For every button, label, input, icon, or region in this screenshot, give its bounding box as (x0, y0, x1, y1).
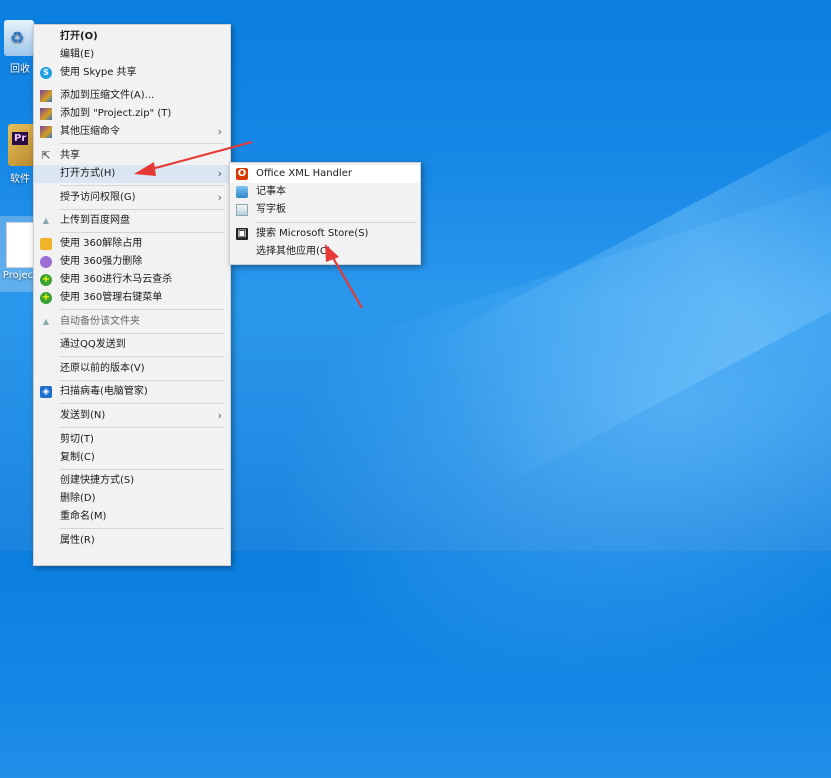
menu-item-label: 记事本 (256, 186, 286, 197)
shield-icon: ◈ (40, 386, 52, 398)
menu-item-label: 其他压缩命令 (60, 126, 120, 137)
menu-item-cut[interactable]: 剪切(T) (34, 431, 230, 449)
menu-item-label: 删除(D) (60, 493, 96, 504)
menu-item-upload-baidu[interactable]: ▲ 上传到百度网盘 (34, 212, 230, 230)
menu-divider (256, 222, 416, 223)
menu-item-label: 共享 (60, 150, 80, 161)
menu-item-rename[interactable]: 重命名(M) (34, 508, 230, 526)
chevron-right-icon: › (217, 125, 222, 138)
menu-item-add-to-project-zip[interactable]: 添加到 "Project.zip" (T) (34, 105, 230, 123)
menu-item-label: 使用 360解除占用 (60, 238, 143, 249)
submenu-item-notepad[interactable]: 记事本 (230, 183, 420, 201)
menu-item-360-manage-menu[interactable]: + 使用 360管理右键菜单 (34, 289, 230, 307)
wordpad-icon (236, 204, 248, 216)
menu-divider (60, 209, 224, 210)
menu-divider (60, 469, 224, 470)
menu-item-label: 复制(C) (60, 452, 95, 463)
360-scan-icon: + (40, 274, 52, 286)
store-icon: ▣ (236, 228, 248, 240)
menu-item-add-to-archive[interactable]: 添加到压缩文件(A)... (34, 87, 230, 105)
context-menu: 打开(O) 编辑(E) S 使用 Skype 共享 添加到压缩文件(A)... … (33, 24, 231, 566)
menu-item-other-compress[interactable]: 其他压缩命令 › (34, 123, 230, 141)
menu-item-virus-scan[interactable]: ◈ 扫描病毒(电脑管家) (34, 383, 230, 401)
menu-item-label: 添加到 "Project.zip" (T) (60, 108, 172, 119)
menu-item-send-to[interactable]: 发送到(N) › (34, 407, 230, 425)
folder-icon (8, 124, 36, 166)
chevron-right-icon: › (217, 191, 222, 204)
360-delete-icon (40, 256, 52, 268)
menu-item-skype-share[interactable]: S 使用 Skype 共享 (34, 64, 230, 82)
submenu-item-search-store[interactable]: ▣ 搜索 Microsoft Store(S) (230, 225, 420, 243)
menu-item-label: 属性(R) (60, 535, 95, 546)
submenu-item-choose-other-app[interactable]: 选择其他应用(C) (230, 243, 420, 261)
menu-item-label: 发送到(N) (60, 410, 106, 421)
menu-item-open-with[interactable]: 打开方式(H) › (34, 165, 230, 183)
menu-item-label: 通过QQ发送到 (60, 339, 126, 350)
menu-item-label: 剪切(T) (60, 434, 94, 445)
menu-divider (60, 333, 224, 334)
menu-item-label: 使用 360进行木马云查杀 (60, 274, 173, 285)
menu-item-360-force-delete[interactable]: 使用 360强力删除 (34, 253, 230, 271)
menu-item-edit[interactable]: 编辑(E) (34, 46, 230, 64)
menu-divider (60, 403, 224, 404)
submenu-item-office-xml-handler[interactable]: O Office XML Handler (230, 165, 420, 183)
menu-item-360-unlock[interactable]: 使用 360解除占用 (34, 235, 230, 253)
chevron-right-icon: › (217, 167, 222, 180)
menu-item-label: 重命名(M) (60, 511, 107, 522)
menu-item-label: 还原以前的版本(V) (60, 363, 145, 374)
menu-item-open[interactable]: 打开(O) (34, 28, 230, 46)
menu-item-auto-backup[interactable]: ▲ 自动备份该文件夹 (34, 313, 230, 331)
menu-divider (60, 232, 224, 233)
menu-item-label: 创建快捷方式(S) (60, 475, 135, 486)
baidu-cloud-icon: ▲ (42, 216, 50, 225)
menu-item-label: 使用 Skype 共享 (60, 67, 137, 78)
menu-item-label: 授予访问权限(G) (60, 192, 136, 203)
menu-divider (60, 309, 224, 310)
menu-item-label: 打开(O) (60, 31, 98, 42)
menu-divider (60, 528, 224, 529)
menu-divider (60, 380, 224, 381)
backup-icon: ▲ (42, 317, 50, 326)
menu-item-label: 添加到压缩文件(A)... (60, 90, 155, 101)
menu-item-360-trojan-scan[interactable]: + 使用 360进行木马云查杀 (34, 271, 230, 289)
menu-item-label: 编辑(E) (60, 49, 95, 60)
winrar-icon (40, 108, 52, 120)
menu-item-share[interactable]: ⇱ 共享 (34, 147, 230, 165)
recycle-bin-icon (4, 20, 34, 56)
winrar-icon (40, 90, 52, 102)
menu-item-label: 选择其他应用(C) (256, 246, 331, 257)
menu-divider (60, 427, 224, 428)
office-icon: O (236, 168, 248, 180)
menu-item-properties[interactable]: 属性(R) (34, 532, 230, 550)
menu-item-delete[interactable]: 删除(D) (34, 490, 230, 508)
360-menu-icon: + (40, 292, 52, 304)
menu-item-label: 写字板 (256, 204, 286, 215)
menu-divider (60, 356, 224, 357)
winrar-icon (40, 126, 52, 138)
menu-item-copy[interactable]: 复制(C) (34, 449, 230, 467)
menu-item-label: Office XML Handler (256, 168, 352, 179)
menu-item-restore-versions[interactable]: 还原以前的版本(V) (34, 360, 230, 378)
menu-item-label: 上传到百度网盘 (60, 215, 130, 226)
submenu-item-wordpad[interactable]: 写字板 (230, 201, 420, 219)
360-unlock-icon (40, 238, 52, 250)
chevron-right-icon: › (217, 409, 222, 422)
menu-item-label: 使用 360强力删除 (60, 256, 143, 267)
open-with-submenu: O Office XML Handler 记事本 写字板 ▣ 搜索 Micros… (229, 162, 421, 265)
menu-item-label: 自动备份该文件夹 (60, 316, 140, 327)
skype-icon: S (40, 67, 52, 79)
menu-divider (60, 185, 224, 186)
menu-item-label: 搜索 Microsoft Store(S) (256, 228, 369, 239)
menu-divider (60, 143, 224, 144)
notepad-icon (236, 186, 248, 198)
menu-item-create-shortcut[interactable]: 创建快捷方式(S) (34, 472, 230, 490)
menu-item-send-via-qq[interactable]: 通过QQ发送到 (34, 336, 230, 354)
menu-item-label: 扫描病毒(电脑管家) (60, 386, 148, 397)
menu-item-label: 打开方式(H) (60, 168, 116, 179)
menu-item-grant-access[interactable]: 授予访问权限(G) › (34, 189, 230, 207)
menu-item-label: 使用 360管理右键菜单 (60, 292, 163, 303)
share-icon: ⇱ (41, 149, 51, 162)
